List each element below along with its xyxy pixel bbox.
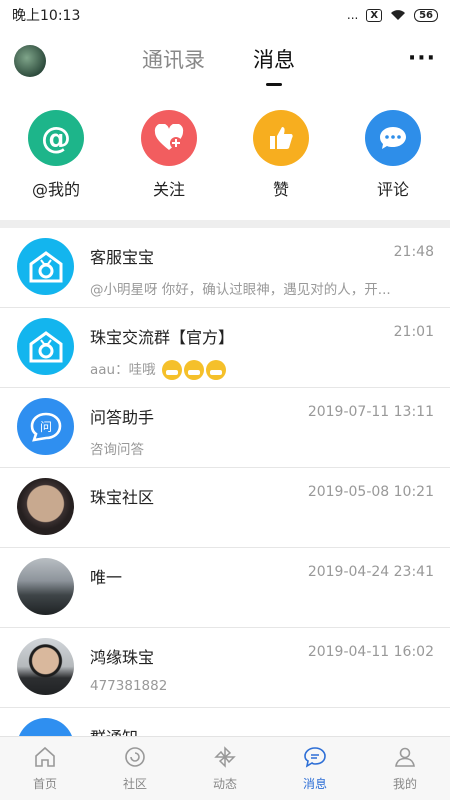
shop-avatar-icon <box>17 238 74 295</box>
message-time: 21:01 <box>393 324 434 340</box>
status-icons: ... X 56 <box>347 8 438 22</box>
message-preview: @小明星呀 你好，确认过眼神，遇见对的人，开... <box>90 282 391 298</box>
thumbs-up-icon <box>253 110 309 166</box>
message-preview: aau：哇哦 <box>90 358 226 380</box>
contact-name: 唯一 <box>90 568 123 587</box>
status-time: 晚上10:13 <box>12 8 81 24</box>
status-bar: 晚上10:13 ... X 56 <box>0 0 450 30</box>
shop-avatar-icon <box>17 318 74 375</box>
quick-action-label: 评论 <box>376 180 409 199</box>
quick-action-comments[interactable]: 评论 <box>348 110 438 200</box>
header: 通讯录 消息 ··· <box>0 30 450 94</box>
battery-icon: 56 <box>414 8 438 22</box>
message-list: 客服宝宝 21:48 @小明星呀 你好，确认过眼神，遇见对的人，开... 珠宝交… <box>0 228 450 775</box>
list-item[interactable]: 客服宝宝 21:48 @小明星呀 你好，确认过眼神，遇见对的人，开... <box>0 228 450 308</box>
avatar <box>17 558 74 615</box>
list-item[interactable]: 珠宝交流群【官方】 21:01 aau：哇哦 <box>0 308 450 388</box>
grin-emoji-icon <box>161 360 182 380</box>
heart-plus-icon <box>141 110 197 166</box>
nav-label: 消息 <box>302 777 327 791</box>
quick-actions: @ @我的 关注 赞 评论 <box>0 110 450 210</box>
quick-action-label: 赞 <box>272 180 289 199</box>
message-icon <box>304 747 326 768</box>
nav-community[interactable]: 社区 <box>90 737 180 800</box>
nav-profile[interactable]: 我的 <box>360 737 450 800</box>
avatar <box>17 478 74 535</box>
list-item[interactable]: 珠宝社区 2019-05-08 10:21 <box>0 468 450 548</box>
grin-emoji-icon <box>205 360 226 380</box>
quick-action-label: @我的 <box>31 180 80 199</box>
at-icon: @ <box>28 110 84 166</box>
qa-assistant-icon: 问 <box>17 398 74 455</box>
list-item[interactable]: 问 问答助手 2019-07-11 13:11 咨询问答 <box>0 388 450 468</box>
notification-box-icon: X <box>366 8 383 22</box>
profile-icon <box>395 747 415 767</box>
contact-name: 鸿缘珠宝 <box>90 648 155 667</box>
community-icon <box>125 747 145 767</box>
message-time: 2019-05-08 10:21 <box>307 484 434 500</box>
nav-label: 社区 <box>122 777 147 791</box>
nav-messages[interactable]: 消息 <box>270 737 360 800</box>
message-time: 21:48 <box>393 244 434 260</box>
contact-name: 问答助手 <box>90 408 155 427</box>
message-time: 2019-07-11 13:11 <box>307 404 434 420</box>
quick-action-follow[interactable]: 关注 <box>124 110 214 200</box>
nav-label: 我的 <box>392 777 417 791</box>
contact-name: 客服宝宝 <box>90 248 155 267</box>
tab-indicator <box>266 83 282 86</box>
svg-text:问: 问 <box>39 420 51 434</box>
section-divider <box>0 220 450 228</box>
bottom-nav: 首页 社区 动态 消息 我的 <box>0 736 450 800</box>
list-item[interactable]: 鸿缘珠宝 2019-04-11 16:02 477381882 <box>0 628 450 708</box>
comment-icon <box>365 110 421 166</box>
nav-label: 动态 <box>212 777 237 791</box>
tab-messages[interactable]: 消息 <box>253 44 295 74</box>
user-avatar[interactable] <box>14 45 46 77</box>
message-preview: 咨询问答 <box>90 442 144 458</box>
list-item[interactable]: 唯一 2019-04-24 23:41 <box>0 548 450 628</box>
avatar <box>17 638 74 695</box>
contact-name: 珠宝社区 <box>90 488 155 507</box>
nav-feed[interactable]: 动态 <box>180 737 270 800</box>
nav-label: 首页 <box>32 777 57 791</box>
quick-action-likes[interactable]: 赞 <box>236 110 326 200</box>
more-button[interactable]: ··· <box>408 46 436 71</box>
tab-contacts[interactable]: 通讯录 <box>142 44 205 74</box>
contact-name: 珠宝交流群【官方】 <box>90 328 235 347</box>
quick-action-mentions[interactable]: @ @我的 <box>11 110 101 200</box>
home-icon <box>35 746 55 767</box>
nav-home[interactable]: 首页 <box>0 737 90 800</box>
grin-emoji-icon <box>183 360 204 380</box>
message-time: 2019-04-24 23:41 <box>307 564 434 580</box>
wifi-icon <box>391 10 406 20</box>
pinwheel-icon <box>214 746 236 768</box>
quick-action-label: 关注 <box>152 180 185 199</box>
message-preview: 477381882 <box>90 678 168 694</box>
signal-dots-icon: ... <box>346 8 359 22</box>
message-time: 2019-04-11 16:02 <box>307 644 434 660</box>
